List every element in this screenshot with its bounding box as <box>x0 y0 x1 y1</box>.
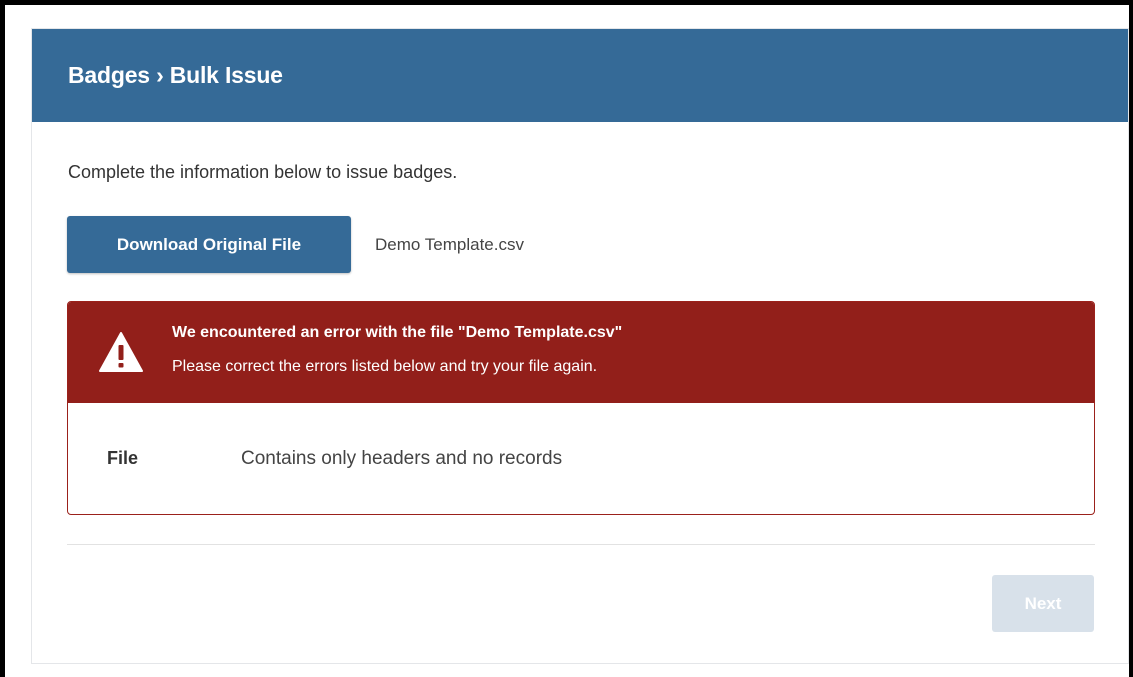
next-button[interactable]: Next <box>992 575 1094 632</box>
error-message: Contains only headers and no records <box>241 448 563 469</box>
bulk-issue-panel: Badges › Bulk Issue Complete the informa… <box>31 28 1129 664</box>
error-subtitle: Please correct the errors listed below a… <box>172 358 598 375</box>
error-row: File Contains only headers and no record… <box>68 403 1094 514</box>
error-field: File <box>107 448 139 468</box>
window-frame: Badges › Bulk Issue Complete the informa… <box>0 0 1133 677</box>
intro-text: Complete the information below to issue … <box>68 162 458 182</box>
file-name: Demo Template.csv <box>375 235 524 254</box>
download-original-file-button[interactable]: Download Original File <box>67 216 351 273</box>
error-title: We encountered an error with the file "D… <box>172 324 623 341</box>
warning-icon <box>99 332 143 372</box>
error-alert-header: We encountered an error with the file "D… <box>68 302 1094 403</box>
divider <box>67 544 1095 545</box>
panel-header: Badges › Bulk Issue <box>32 29 1128 122</box>
breadcrumb: Badges › Bulk Issue <box>68 62 283 88</box>
error-alert: We encountered an error with the file "D… <box>67 301 1095 515</box>
